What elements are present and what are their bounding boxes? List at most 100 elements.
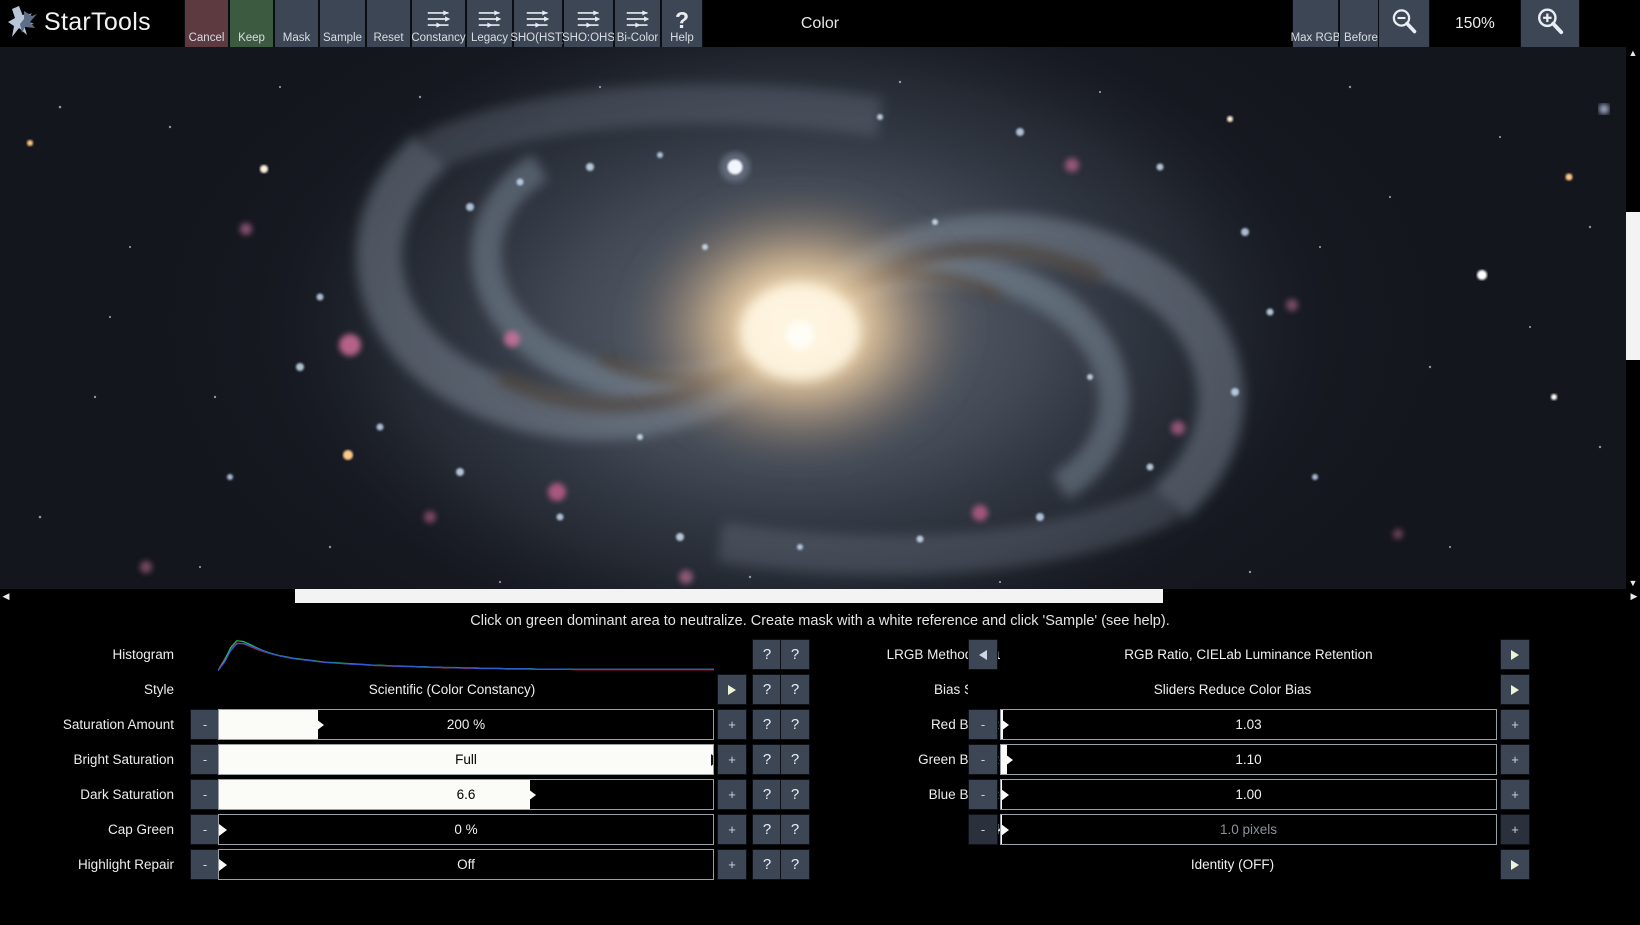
- matrix-help-button[interactable]: ?: [780, 849, 810, 880]
- blue-bias-reduce-help-button[interactable]: ?: [780, 779, 810, 810]
- sliders-icon: [525, 9, 551, 29]
- magnifier-minus-icon: [1389, 6, 1419, 41]
- red-bias-reduce-help-button[interactable]: ?: [780, 709, 810, 740]
- blue-bias-reduce-increment-button[interactable]: +: [1500, 779, 1530, 810]
- mask-fuzz-decrement-button[interactable]: -: [968, 814, 998, 845]
- green-bias-reduce-slider[interactable]: 1.10: [1000, 744, 1497, 775]
- mask-fuzz-increment-button[interactable]: +: [1500, 814, 1530, 845]
- dark-saturation-decrement-button[interactable]: -: [190, 779, 220, 810]
- lrgb-method-emulation-help-button[interactable]: ?: [780, 639, 810, 670]
- bias-slider-mode-help-button[interactable]: ?: [780, 674, 810, 705]
- bright-saturation-slider-knob[interactable]: [711, 754, 714, 766]
- toolbar-button-help[interactable]: ?Help: [661, 0, 703, 47]
- red-bias-reduce-slider[interactable]: 1.03: [1000, 709, 1497, 740]
- highlight-repair-slider[interactable]: Off: [218, 849, 714, 880]
- chevron-right-icon: [1511, 650, 1519, 660]
- toolbar-button-sample[interactable]: Sample: [319, 0, 366, 47]
- saturation-amount-help-button[interactable]: ?: [752, 709, 782, 740]
- control-row-bright-saturation: Bright Saturation-Full+?: [0, 742, 785, 777]
- blue-bias-reduce-slider[interactable]: 1.00: [1000, 779, 1497, 810]
- matrix-next-button[interactable]: [1500, 849, 1530, 880]
- scroll-up-arrow-icon[interactable]: ▲: [1626, 47, 1640, 59]
- dark-saturation-increment-button[interactable]: +: [717, 779, 747, 810]
- toolbar-button-sho-hst[interactable]: SHO(HST): [513, 0, 563, 47]
- red-bias-reduce-slider-knob[interactable]: [1001, 719, 1009, 731]
- zoom-out-button[interactable]: [1378, 0, 1430, 47]
- bright-saturation-decrement-button[interactable]: -: [190, 744, 220, 775]
- saturation-amount-slider-knob[interactable]: [316, 719, 324, 731]
- bright-saturation-slider[interactable]: Full: [218, 744, 714, 775]
- cap-green-slider[interactable]: 0 %: [218, 814, 714, 845]
- mask-fuzz-help-button[interactable]: ?: [780, 814, 810, 845]
- green-bias-reduce-slider-knob[interactable]: [1005, 754, 1013, 766]
- chevron-right-icon: [1511, 860, 1519, 870]
- cap-green-help-button[interactable]: ?: [752, 814, 782, 845]
- zoom-level-label: 150%: [1430, 0, 1520, 47]
- vertical-scrollbar[interactable]: ▲ ▼: [1626, 47, 1640, 589]
- highlight-repair-slider-knob[interactable]: [219, 859, 227, 871]
- saturation-amount-decrement-button[interactable]: -: [190, 709, 220, 740]
- toolbar-button-reset[interactable]: Reset: [366, 0, 411, 47]
- bright-saturation-increment-button[interactable]: +: [717, 744, 747, 775]
- sliders-icon: [625, 9, 651, 29]
- toolbar-button-label: Sample: [323, 32, 362, 44]
- blue-bias-reduce-slider-knob[interactable]: [1001, 789, 1009, 801]
- scroll-right-arrow-icon[interactable]: ▶: [1628, 589, 1640, 603]
- control-row-highlight-repair: Highlight Repair-Off+?: [0, 847, 785, 882]
- toolbar-button-before[interactable]: Before: [1339, 0, 1383, 47]
- histogram-help-button[interactable]: ?: [752, 639, 782, 670]
- bright-saturation-help-button[interactable]: ?: [752, 744, 782, 775]
- style-next-button[interactable]: [717, 674, 747, 705]
- label-style: Style: [0, 672, 183, 707]
- toolbar-button-max-rgb[interactable]: Max RGB: [1292, 0, 1339, 47]
- highlight-repair-help-button[interactable]: ?: [752, 849, 782, 880]
- toolbar-button-mask[interactable]: Mask: [274, 0, 319, 47]
- scroll-down-arrow-icon[interactable]: ▼: [1626, 577, 1640, 589]
- toolbar-button-keep[interactable]: Keep: [229, 0, 274, 47]
- cap-green-slider-knob[interactable]: [219, 824, 227, 836]
- toolbar-button-label: Keep: [238, 32, 265, 44]
- style-help-button[interactable]: ?: [752, 674, 782, 705]
- dark-saturation-help-button[interactable]: ?: [752, 779, 782, 810]
- toolbar-button-bi-color[interactable]: Bi-Color: [614, 0, 661, 47]
- label-cap-green: Cap Green: [0, 812, 183, 847]
- toolbar-button-cancel[interactable]: Cancel: [184, 0, 229, 47]
- zoom-in-button[interactable]: [1520, 0, 1580, 47]
- saturation-amount-slider[interactable]: 200 %: [218, 709, 714, 740]
- control-row-histogram: Histogram?: [0, 637, 785, 672]
- bias-slider-mode-next-button[interactable]: [1500, 674, 1530, 705]
- magnifier-plus-icon: [1534, 5, 1566, 42]
- image-canvas[interactable]: [0, 47, 1640, 590]
- horizontal-scrollbar[interactable]: ◀ ▶: [0, 589, 1640, 603]
- blue-bias-reduce-decrement-button[interactable]: -: [968, 779, 998, 810]
- cap-green-increment-button[interactable]: +: [717, 814, 747, 845]
- toolbar-button-label: Help: [670, 32, 694, 44]
- toolbar-button-constancy[interactable]: Constancy: [411, 0, 466, 47]
- highlight-repair-increment-button[interactable]: +: [717, 849, 747, 880]
- chevron-left-icon: [979, 650, 987, 660]
- green-bias-reduce-help-button[interactable]: ?: [780, 744, 810, 775]
- dark-saturation-slider[interactable]: 6.6: [218, 779, 714, 810]
- toolbar-button-sho-ohs[interactable]: SHO:OHS: [563, 0, 614, 47]
- control-row-green-bias-reduce: Green Bias Reduce-1.10+?: [785, 742, 1640, 777]
- cap-green-decrement-button[interactable]: -: [190, 814, 220, 845]
- saturation-amount-increment-button[interactable]: +: [717, 709, 747, 740]
- red-bias-reduce-increment-button[interactable]: +: [1500, 709, 1530, 740]
- scroll-left-arrow-icon[interactable]: ◀: [0, 589, 12, 603]
- highlight-repair-decrement-button[interactable]: -: [190, 849, 220, 880]
- startools-window: StarTools Color CancelKeepMaskSampleRese…: [0, 0, 1640, 925]
- dark-saturation-slider-knob[interactable]: [528, 789, 536, 801]
- green-bias-reduce-increment-button[interactable]: +: [1500, 744, 1530, 775]
- label-histogram: Histogram: [0, 637, 183, 672]
- mask-fuzz-slider[interactable]: 1.0 pixels: [1000, 814, 1497, 845]
- green-bias-reduce-decrement-button[interactable]: -: [968, 744, 998, 775]
- lrgb-method-emulation-next-button[interactable]: [1500, 639, 1530, 670]
- control-row-lrgb-method-emulation: LRGB Method EmulationRGB Ratio, CIELab L…: [785, 637, 1640, 672]
- sliders-icon: [576, 9, 602, 29]
- toolbar-button-legacy[interactable]: Legacy: [466, 0, 513, 47]
- red-bias-reduce-decrement-button[interactable]: -: [968, 709, 998, 740]
- vertical-scrollbar-thumb[interactable]: [1626, 212, 1640, 360]
- horizontal-scrollbar-thumb[interactable]: [295, 589, 1163, 603]
- lrgb-method-emulation-prev-button[interactable]: [968, 639, 998, 670]
- mask-fuzz-slider-knob[interactable]: [1001, 824, 1009, 836]
